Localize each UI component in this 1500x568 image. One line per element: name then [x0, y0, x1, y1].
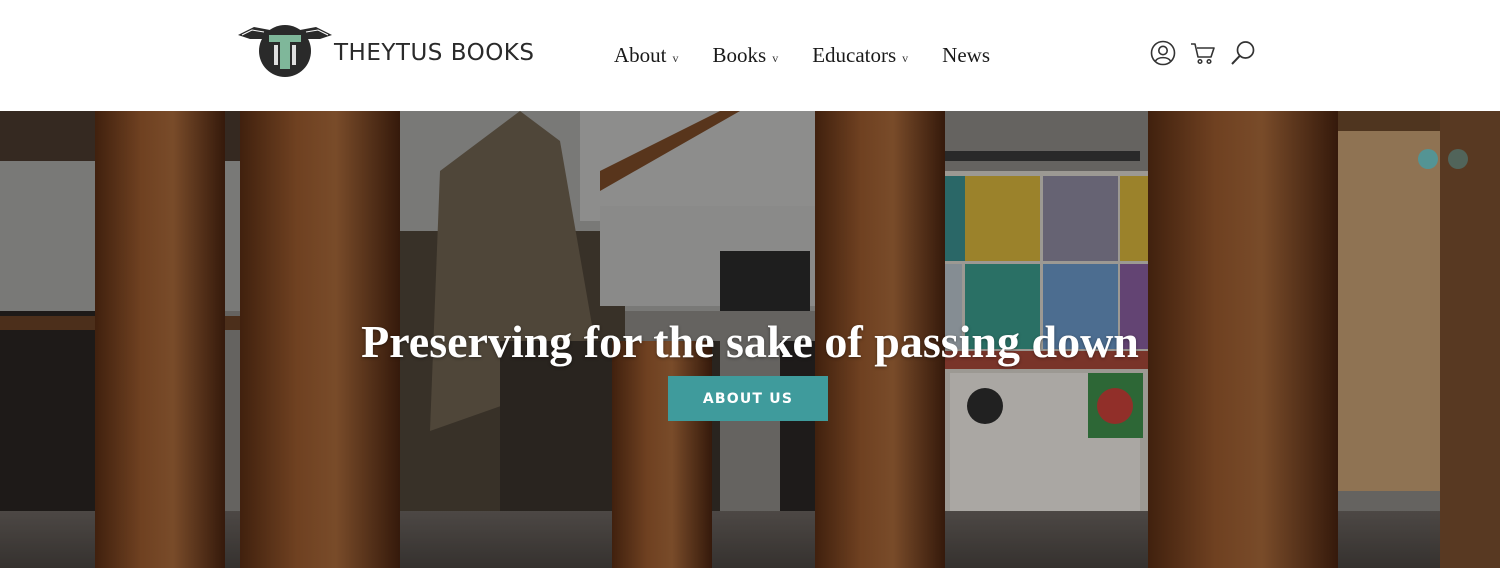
- utility-icons: [1150, 40, 1256, 66]
- site-header: THEYTUS BOOKS About v Books v Educators …: [0, 0, 1500, 111]
- slider-pagination: [1418, 149, 1468, 169]
- slider-dot-2[interactable]: [1448, 149, 1468, 169]
- nav-item-about[interactable]: About v: [614, 43, 679, 68]
- brand-name: THEYTUS BOOKS: [334, 40, 535, 66]
- chevron-down-icon: v: [772, 51, 779, 65]
- cart-icon[interactable]: [1190, 40, 1216, 66]
- nav-label: About: [614, 43, 667, 67]
- nav-item-books[interactable]: Books v: [713, 43, 779, 68]
- hero-headline: Preserving for the sake of passing down: [361, 315, 1139, 367]
- chevron-down-icon: v: [672, 51, 679, 65]
- nav-label: Books: [712, 43, 767, 67]
- nav-label: Educators: [812, 43, 897, 67]
- account-icon[interactable]: [1150, 40, 1176, 66]
- nav-item-educators[interactable]: Educators v: [812, 43, 908, 68]
- about-us-button[interactable]: ABOUT US: [668, 376, 828, 421]
- hero-banner: Preserving for the sake of passing down …: [0, 111, 1500, 568]
- slider-dot-1[interactable]: [1418, 149, 1438, 169]
- theytus-logo-icon: [238, 25, 332, 77]
- nav-label: News: [942, 43, 990, 67]
- search-icon[interactable]: [1230, 40, 1256, 66]
- chevron-down-icon: v: [902, 51, 909, 65]
- main-nav: About v Books v Educators v News: [614, 43, 1024, 68]
- brand-logo[interactable]: THEYTUS BOOKS: [236, 20, 556, 80]
- nav-item-news[interactable]: News: [942, 43, 990, 68]
